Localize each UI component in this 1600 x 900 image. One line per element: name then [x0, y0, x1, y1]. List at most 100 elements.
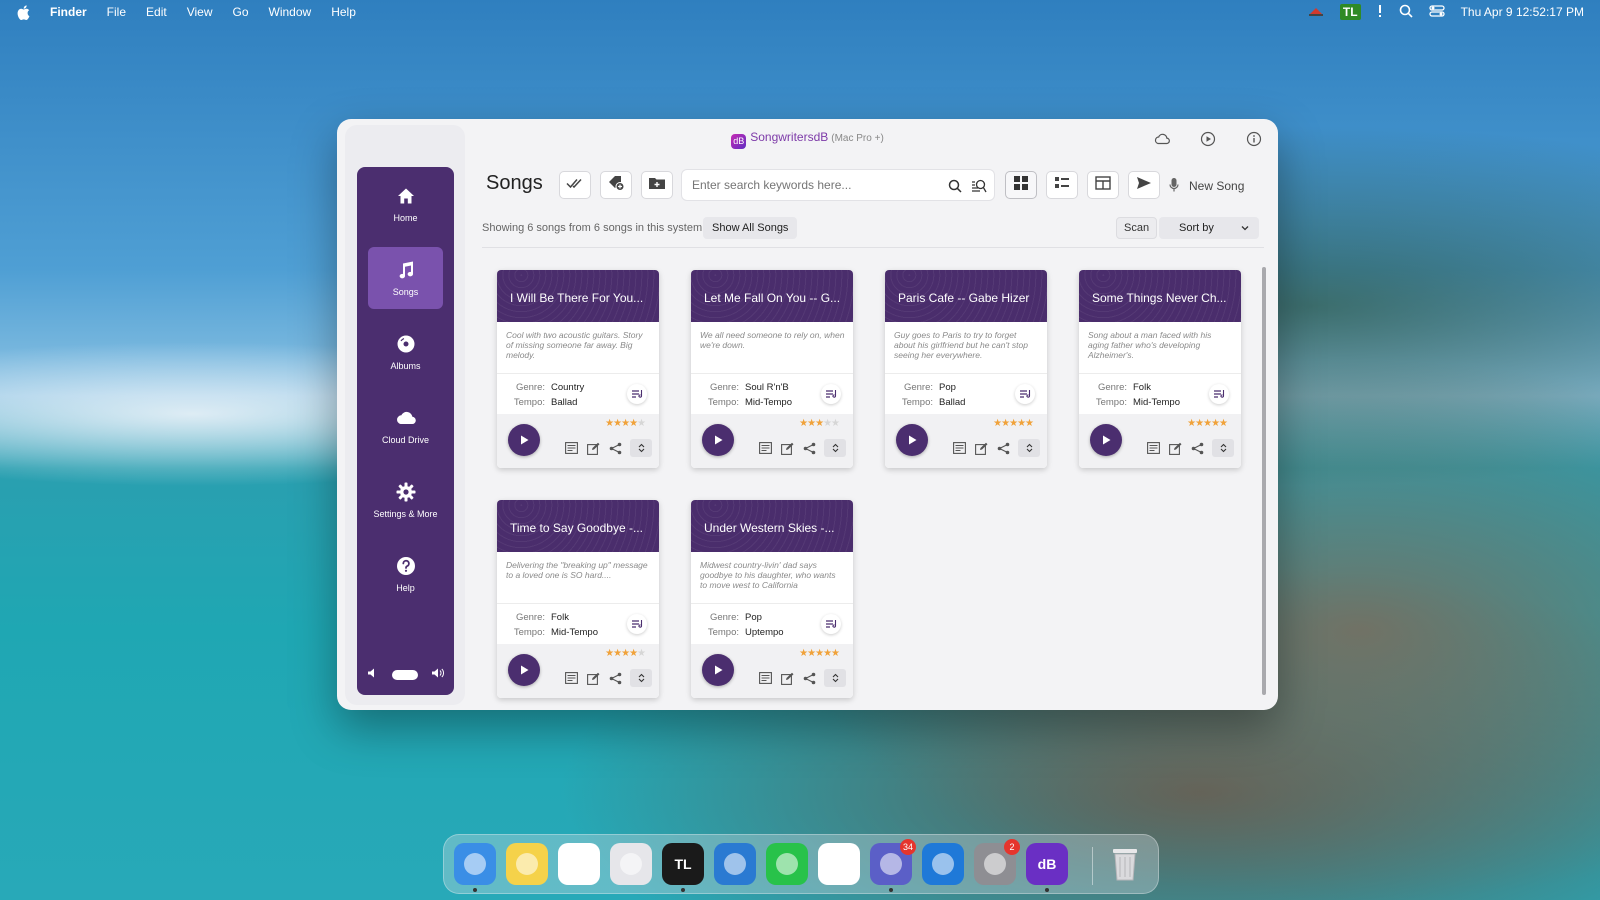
more-options-button[interactable]: [630, 669, 652, 687]
more-options-button[interactable]: [630, 439, 652, 457]
share-icon[interactable]: [802, 441, 816, 455]
dock-app-finder[interactable]: [454, 843, 496, 892]
notes-icon[interactable]: [564, 441, 578, 455]
microphone-icon[interactable]: [1166, 176, 1182, 194]
sidebar-item-settings[interactable]: Settings & More: [368, 469, 443, 531]
dock-app-settings[interactable]: 2: [974, 839, 1020, 885]
scan-button[interactable]: Scan: [1116, 217, 1158, 239]
grid-view-button[interactable]: [1005, 171, 1037, 199]
notes-icon[interactable]: [1146, 441, 1160, 455]
song-title[interactable]: Under Western Skies -...: [691, 500, 853, 552]
dock-app-whatsapp[interactable]: [766, 843, 808, 885]
song-title[interactable]: Time to Say Goodbye -...: [497, 500, 659, 552]
play-button[interactable]: [896, 424, 928, 456]
menu-window[interactable]: Window: [269, 5, 312, 19]
dock-app-xcode[interactable]: [922, 843, 964, 885]
menu-view[interactable]: View: [187, 5, 213, 19]
lyrics-button[interactable]: [627, 384, 647, 404]
edit-icon[interactable]: [1168, 441, 1182, 455]
edit-icon[interactable]: [586, 441, 600, 455]
edit-icon[interactable]: [586, 671, 600, 685]
add-tag-button[interactable]: [600, 171, 632, 199]
volume-slider[interactable]: [392, 670, 418, 680]
alert-status-icon[interactable]: [1377, 4, 1383, 21]
edit-icon[interactable]: [974, 441, 988, 455]
play-button[interactable]: [508, 424, 540, 456]
control-center-icon[interactable]: [1428, 4, 1445, 21]
dock-app-teams[interactable]: 34: [870, 839, 916, 892]
player-icon[interactable]: [1198, 129, 1218, 149]
info-icon[interactable]: [1244, 129, 1264, 149]
lyrics-button[interactable]: [627, 614, 647, 634]
rating-stars[interactable]: ★★★★★: [993, 418, 1034, 429]
table-view-button[interactable]: [1087, 171, 1119, 199]
show-all-songs-button[interactable]: Show All Songs: [703, 217, 798, 239]
sidebar-item-albums[interactable]: Albums: [368, 321, 443, 383]
song-title[interactable]: Paris Cafe -- Gabe Hizer: [885, 270, 1047, 322]
volume-low-icon[interactable]: [367, 666, 379, 684]
song-card[interactable]: Paris Cafe -- Gabe Hizer Guy goes to Par…: [885, 270, 1047, 468]
sidebar-item-home[interactable]: Home: [368, 173, 443, 235]
spotlight-search-icon[interactable]: [1399, 4, 1413, 21]
menu-finder[interactable]: Finder: [50, 5, 87, 19]
notes-icon[interactable]: [952, 441, 966, 455]
share-icon[interactable]: [1190, 441, 1204, 455]
play-button[interactable]: [1090, 424, 1122, 456]
search-input[interactable]: [692, 178, 942, 192]
song-card[interactable]: Let Me Fall On You -- G... We all need s…: [691, 270, 853, 468]
more-options-button[interactable]: [1018, 439, 1040, 457]
cloud-sync-icon[interactable]: [1152, 129, 1172, 149]
sidebar-item-songs[interactable]: Songs: [368, 247, 443, 309]
dock-app-chrome[interactable]: [558, 843, 600, 885]
menu-file[interactable]: File: [107, 5, 126, 19]
song-card[interactable]: Time to Say Goodbye -... Delivering the …: [497, 500, 659, 698]
share-icon[interactable]: [802, 671, 816, 685]
send-button[interactable]: [1128, 171, 1160, 199]
menu-go[interactable]: Go: [233, 5, 249, 19]
tl-status-icon[interactable]: TL: [1339, 4, 1361, 20]
dock-app-tl[interactable]: TL: [662, 843, 704, 892]
song-card[interactable]: I Will Be There For You... Cool with two…: [497, 270, 659, 468]
new-song-button[interactable]: New Song: [1189, 179, 1244, 193]
notes-icon[interactable]: [564, 671, 578, 685]
notes-icon[interactable]: [758, 441, 772, 455]
more-options-button[interactable]: [1212, 439, 1234, 457]
edit-icon[interactable]: [780, 671, 794, 685]
play-button[interactable]: [702, 654, 734, 686]
dock-app-vscode[interactable]: [714, 843, 756, 885]
dock-app-songwritersdb[interactable]: dB: [1026, 843, 1068, 892]
hat-status-icon[interactable]: [1308, 5, 1324, 20]
sort-by-select[interactable]: Sort by: [1159, 217, 1259, 239]
song-title[interactable]: Let Me Fall On You -- G...: [691, 270, 853, 322]
rating-stars[interactable]: ★★★★★: [799, 418, 840, 429]
menu-edit[interactable]: Edit: [146, 5, 167, 19]
volume-high-icon[interactable]: [431, 666, 445, 684]
dock-app-launchpad[interactable]: [610, 843, 652, 885]
sidebar-item-help[interactable]: Help: [368, 543, 443, 605]
search-icon[interactable]: [946, 177, 964, 195]
rating-stars[interactable]: ★★★★★: [605, 418, 646, 429]
lyrics-button[interactable]: [821, 384, 841, 404]
advanced-search-icon[interactable]: [970, 177, 988, 195]
song-title[interactable]: Some Things Never Ch...: [1079, 270, 1241, 322]
notes-icon[interactable]: [758, 671, 772, 685]
menu-help[interactable]: Help: [331, 5, 356, 19]
add-folder-button[interactable]: [641, 171, 673, 199]
play-button[interactable]: [702, 424, 734, 456]
share-icon[interactable]: [608, 441, 622, 455]
more-options-button[interactable]: [824, 669, 846, 687]
song-title[interactable]: I Will Be There For You...: [497, 270, 659, 322]
share-icon[interactable]: [996, 441, 1010, 455]
lyrics-button[interactable]: [1209, 384, 1229, 404]
apple-menu-icon[interactable]: [16, 4, 30, 20]
song-card[interactable]: Some Things Never Ch... Song about a man…: [1079, 270, 1241, 468]
trash-icon[interactable]: [1104, 843, 1146, 885]
menubar-clock[interactable]: Thu Apr 9 12:52:17 PM: [1461, 5, 1584, 19]
sidebar-item-cloud-drive[interactable]: Cloud Drive: [368, 395, 443, 457]
lyrics-button[interactable]: [821, 614, 841, 634]
song-card[interactable]: Under Western Skies -... Midwest country…: [691, 500, 853, 698]
rating-stars[interactable]: ★★★★★: [1187, 418, 1228, 429]
rating-stars[interactable]: ★★★★★: [799, 648, 840, 659]
more-options-button[interactable]: [824, 439, 846, 457]
rating-stars[interactable]: ★★★★★: [605, 648, 646, 659]
